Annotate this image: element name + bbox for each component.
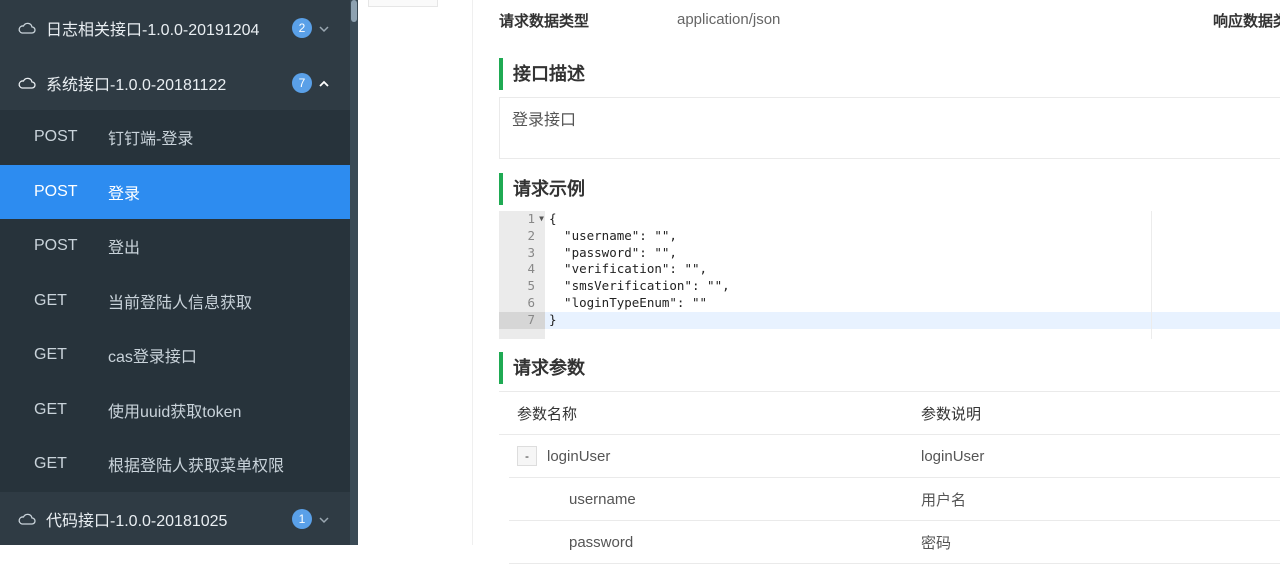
print-margin bbox=[1151, 211, 1152, 339]
param-name: loginUser bbox=[547, 447, 611, 465]
group-label: 代码接口-1.0.0-20181025 bbox=[46, 513, 228, 530]
count-badge: 7 bbox=[292, 72, 312, 93]
sidebar-item-label: 使用uuid获取token bbox=[108, 403, 242, 421]
sidebar-item-label: 登录 bbox=[108, 185, 141, 203]
param-desc: 密码 bbox=[921, 534, 952, 552]
sidebar-item-label: cas登录接口 bbox=[108, 349, 197, 367]
cloud-icon bbox=[18, 18, 38, 38]
line-number: 5 bbox=[527, 278, 535, 294]
response-type-label: 响应数据类 bbox=[1213, 13, 1280, 30]
table-row: password 密码 bbox=[509, 521, 1280, 564]
code-line: "verification": "", bbox=[549, 261, 708, 277]
count-badge: 1 bbox=[292, 509, 312, 529]
chevron-down-icon[interactable] bbox=[318, 22, 330, 34]
example-section-title: 请求示例 bbox=[499, 173, 585, 205]
http-method: GET bbox=[34, 400, 67, 418]
code-line: "password": "", bbox=[549, 244, 677, 260]
desc-text: 登录接口 bbox=[512, 112, 577, 129]
line-number: 6 bbox=[527, 294, 535, 310]
group-code-api[interactable]: 代码接口-1.0.0-20181025 1 bbox=[0, 492, 350, 546]
param-desc: 用户名 bbox=[921, 491, 967, 509]
api-detail: 请求数据类型 application/json 响应数据类 接口描述 登录接口 … bbox=[472, 0, 1280, 564]
sidebar-item-label: 根据登陆人获取菜单权限 bbox=[108, 458, 285, 476]
count-badge: 2 bbox=[292, 17, 312, 38]
table-row: username 用户名 bbox=[509, 478, 1280, 521]
chevron-up-icon[interactable] bbox=[318, 77, 330, 89]
line-gutter: 1 ▼ 2 3 4 5 6 7 bbox=[499, 211, 545, 339]
line-number: 7 bbox=[499, 311, 545, 329]
http-method: GET bbox=[34, 455, 67, 473]
code-line: "smsVerification": "", bbox=[549, 278, 730, 294]
code-line: { bbox=[549, 211, 557, 226]
http-method: POST bbox=[34, 237, 78, 255]
scrollbar-thumb[interactable] bbox=[351, 0, 357, 22]
group-log-api[interactable]: 日志相关接口-1.0.0-20191204 2 bbox=[0, 0, 350, 55]
http-method: GET bbox=[34, 346, 67, 364]
group-label: 日志相关接口-1.0.0-20191204 bbox=[46, 21, 260, 39]
code-editor[interactable]: 1 ▼ 2 3 4 5 6 7 { "username": "", "passwo… bbox=[499, 211, 1280, 339]
line-number: 1 ▼ bbox=[527, 211, 544, 228]
param-name: password bbox=[569, 533, 634, 551]
table-header: 参数名称 参数说明 bbox=[499, 391, 1280, 435]
system-api-items: POST 钉钉端-登录 POST 登录 POST 登出 GET 当前登陆人信息获… bbox=[0, 110, 350, 492]
param-name: username bbox=[569, 490, 636, 508]
cloud-icon bbox=[18, 73, 38, 93]
cloud-icon bbox=[18, 509, 38, 529]
col-header-name: 参数名称 bbox=[517, 405, 578, 423]
sidebar-item-menu-permissions[interactable]: GET 根据登陆人获取菜单权限 bbox=[0, 437, 350, 492]
table-row: - loginUser loginUser bbox=[509, 435, 1280, 478]
code-line: } bbox=[545, 311, 1280, 329]
request-type-value: application/json bbox=[677, 11, 781, 28]
desc-box: 登录接口 bbox=[499, 97, 1280, 159]
code-line: "username": "", bbox=[549, 227, 677, 243]
sidebar-item-login[interactable]: POST 登录 bbox=[0, 164, 350, 219]
http-method: GET bbox=[34, 291, 67, 309]
line-number: 3 bbox=[527, 244, 535, 260]
params-table: 参数名称 参数说明 - loginUser loginUser username… bbox=[499, 391, 1280, 564]
param-name-cell: - loginUser bbox=[509, 446, 921, 466]
tab-strip[interactable] bbox=[368, 0, 438, 7]
line-number: 4 bbox=[527, 261, 535, 277]
sidebar-item-logout[interactable]: POST 登出 bbox=[0, 219, 350, 274]
sidebar-item-dingtalk-login[interactable]: POST 钉钉端-登录 bbox=[0, 110, 350, 165]
sidebar-item-cas-login[interactable]: GET cas登录接口 bbox=[0, 328, 350, 383]
http-method: POST bbox=[34, 182, 78, 200]
http-method: POST bbox=[34, 128, 78, 146]
sidebar: 日志相关接口-1.0.0-20191204 2 系统接口-1.0.0-20181… bbox=[0, 0, 350, 545]
group-system-api[interactable]: 系统接口-1.0.0-20181122 7 bbox=[0, 55, 350, 110]
sidebar-item-current-user[interactable]: GET 当前登陆人信息获取 bbox=[0, 274, 350, 329]
param-desc: loginUser bbox=[921, 447, 985, 465]
chevron-down-icon[interactable] bbox=[318, 513, 330, 525]
fold-arrow-icon[interactable]: ▼ bbox=[539, 211, 544, 228]
group-label: 系统接口-1.0.0-20181122 bbox=[46, 76, 227, 94]
request-type-label: 请求数据类型 bbox=[499, 13, 590, 30]
sidebar-item-label: 当前登陆人信息获取 bbox=[108, 294, 253, 312]
col-header-desc: 参数说明 bbox=[921, 405, 982, 423]
sidebar-item-label: 钉钉端-登录 bbox=[108, 131, 194, 149]
request-type-row: 请求数据类型 application/json bbox=[499, 10, 780, 31]
sidebar-item-label: 登出 bbox=[108, 240, 141, 258]
code-lines[interactable]: { "username": "", "password": "", "verif… bbox=[545, 211, 1280, 339]
line-number: 2 bbox=[527, 227, 535, 243]
code-line: "loginTypeEnum": "" bbox=[549, 294, 708, 310]
desc-section-title: 接口描述 bbox=[499, 58, 585, 90]
sidebar-scrollbar[interactable] bbox=[350, 0, 358, 545]
sidebar-item-uuid-token[interactable]: GET 使用uuid获取token bbox=[0, 383, 350, 438]
collapse-toggle[interactable]: - bbox=[517, 446, 537, 466]
params-section-title: 请求参数 bbox=[499, 352, 585, 384]
